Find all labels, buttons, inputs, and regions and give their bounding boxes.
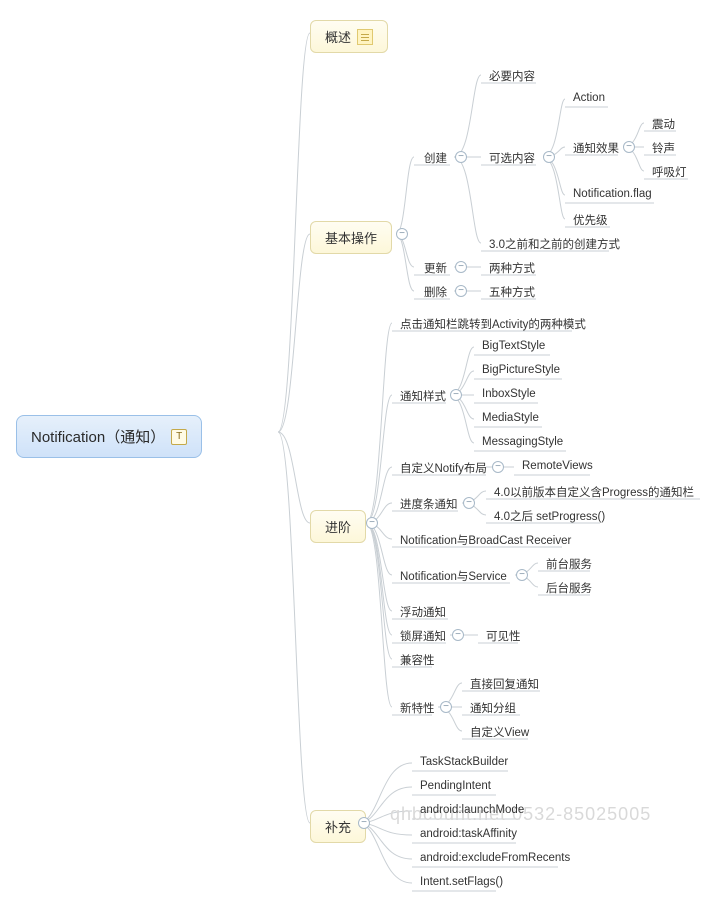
node-required[interactable]: 必要内容 <box>483 66 541 86</box>
node-supp-5[interactable]: Intent.setFlags() <box>414 874 509 890</box>
node-supp-0[interactable]: TaskStackBuilder <box>414 754 514 770</box>
node-newfeatures[interactable]: 新特性 <box>394 698 441 718</box>
toggle-advanced[interactable]: − <box>366 517 378 529</box>
node-supp-1[interactable]: PendingIntent <box>414 778 497 794</box>
node-compat[interactable]: 兼容性 <box>394 650 441 670</box>
branch-supplement-label: 补充 <box>325 817 351 836</box>
toggle-basic[interactable]: − <box>396 228 408 240</box>
node-broadcast[interactable]: Notification与BroadCast Receiver <box>394 530 577 550</box>
toggle-customlayout[interactable]: − <box>492 461 504 473</box>
node-progress[interactable]: 进度条通知 <box>394 494 464 514</box>
node-priority[interactable]: 优先级 <box>567 210 614 230</box>
node-lockscreen[interactable]: 锁屏通知 <box>394 626 452 646</box>
toggle-newfeatures[interactable]: − <box>440 701 452 713</box>
node-messaging[interactable]: MessagingStyle <box>476 434 569 450</box>
branch-advanced[interactable]: 进阶 <box>310 510 366 543</box>
node-directreply[interactable]: 直接回复通知 <box>464 674 545 694</box>
toggle-optional[interactable]: − <box>543 151 555 163</box>
node-supp-4[interactable]: android:excludeFromRecents <box>414 850 576 866</box>
node-inbox[interactable]: InboxStyle <box>476 386 542 402</box>
branch-overview[interactable]: 概述 <box>310 20 388 53</box>
node-flag[interactable]: Notification.flag <box>567 186 658 202</box>
node-customview[interactable]: 自定义View <box>464 722 535 742</box>
branch-basic-label: 基本操作 <box>325 228 377 247</box>
node-remoteviews[interactable]: RemoteViews <box>516 458 599 474</box>
node-customlayout[interactable]: 自定义Notify布局 <box>394 458 493 478</box>
toggle-update[interactable]: − <box>455 261 467 273</box>
node-bigtext[interactable]: BigTextStyle <box>476 338 551 354</box>
node-bigpic[interactable]: BigPictureStyle <box>476 362 566 378</box>
root-node[interactable]: Notification（通知） T <box>16 415 202 458</box>
node-click-modes[interactable]: 点击通知栏跳转到Activity的两种模式 <box>394 314 592 334</box>
node-optional[interactable]: 可选内容 <box>483 148 541 168</box>
toggle-lockscreen[interactable]: − <box>452 629 464 641</box>
node-service[interactable]: Notification与Service <box>394 566 513 586</box>
node-delete[interactable]: 删除 <box>418 282 453 302</box>
node-delete-opt[interactable]: 五种方式 <box>483 282 541 302</box>
node-led[interactable]: 呼吸灯 <box>646 162 693 182</box>
toggle-supplement[interactable]: − <box>358 817 370 829</box>
node-style[interactable]: 通知样式 <box>394 386 452 406</box>
node-headsup[interactable]: 浮动通知 <box>394 602 452 622</box>
root-label: Notification（通知） <box>31 426 165 447</box>
node-media[interactable]: MediaStyle <box>476 410 545 426</box>
toggle-effect[interactable]: − <box>623 141 635 153</box>
node-vibrate[interactable]: 震动 <box>646 114 681 134</box>
toggle-service[interactable]: − <box>516 569 528 581</box>
node-supp-2[interactable]: android:launchMode <box>414 802 530 818</box>
node-update-opt[interactable]: 两种方式 <box>483 258 541 278</box>
node-create[interactable]: 创建 <box>418 148 453 168</box>
node-action[interactable]: Action <box>567 90 611 106</box>
toggle-style[interactable]: − <box>450 389 462 401</box>
node-background[interactable]: 后台服务 <box>540 578 598 598</box>
node-visibility[interactable]: 可见性 <box>480 626 527 646</box>
node-progress-new[interactable]: 4.0之后 setProgress() <box>488 506 611 526</box>
node-ring[interactable]: 铃声 <box>646 138 681 158</box>
node-progress-old[interactable]: 4.0以前版本自定义含Progress的通知栏 <box>488 482 700 502</box>
toggle-progress[interactable]: − <box>463 497 475 509</box>
toggle-create[interactable]: − <box>455 151 467 163</box>
note-icon <box>357 29 373 45</box>
toggle-delete[interactable]: − <box>455 285 467 297</box>
branch-supplement[interactable]: 补充 <box>310 810 366 843</box>
topic-icon: T <box>171 429 187 445</box>
branch-advanced-label: 进阶 <box>325 517 351 536</box>
node-effect[interactable]: 通知效果 <box>567 138 625 158</box>
node-foreground[interactable]: 前台服务 <box>540 554 598 574</box>
node-oldway[interactable]: 3.0之前和之前的创建方式 <box>483 234 626 254</box>
branch-overview-label: 概述 <box>325 27 351 46</box>
node-supp-3[interactable]: android:taskAffinity <box>414 826 523 842</box>
branch-basic[interactable]: 基本操作 <box>310 221 392 254</box>
node-update[interactable]: 更新 <box>418 258 453 278</box>
node-grouping[interactable]: 通知分组 <box>464 698 522 718</box>
